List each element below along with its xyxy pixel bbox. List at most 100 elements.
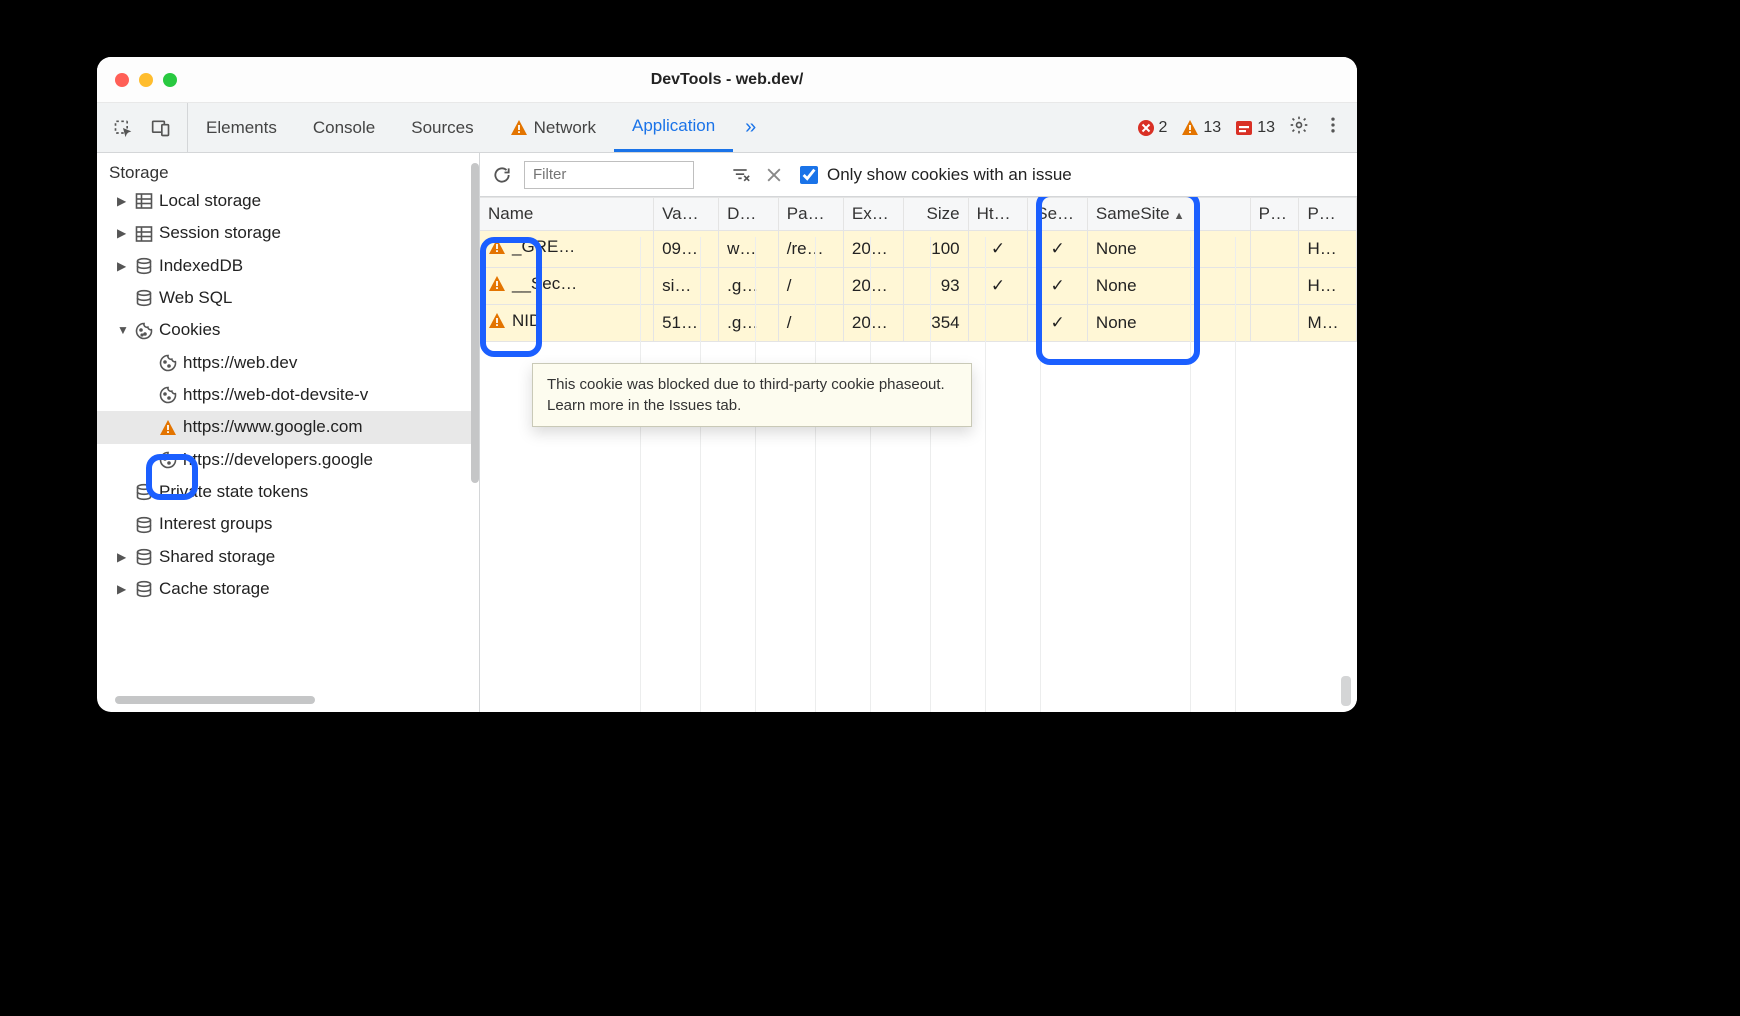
settings-icon[interactable] [1289, 115, 1309, 140]
cell-value: 09… [654, 231, 719, 268]
tree-local-storage[interactable]: ▶ Local storage [97, 185, 479, 217]
col-partition[interactable]: P… [1250, 198, 1299, 231]
tree-interest-groups[interactable]: Interest groups [97, 508, 479, 540]
cookie-origin-3[interactable]: https://developers.google [97, 444, 479, 476]
tree-label: Web SQL [159, 285, 232, 311]
cell-partition [1250, 268, 1299, 305]
tree-cache-storage[interactable]: ▶ Cache storage [97, 573, 479, 605]
tree-label: IndexedDB [159, 253, 243, 279]
cell-priority: H… [1299, 231, 1357, 268]
device-icon[interactable] [149, 116, 173, 140]
sort-asc-icon: ▲ [1174, 210, 1185, 222]
titlebar: DevTools - web.dev/ [97, 57, 1357, 103]
disclosure-icon: ▶ [117, 548, 129, 567]
col-secure[interactable]: Se… [1028, 198, 1088, 231]
table-row[interactable]: _GRE… 09… w… /re… 20… 100 ✓ ✓ None [480, 231, 1357, 268]
inspect-icon[interactable] [111, 116, 135, 140]
cell-http [968, 305, 1028, 342]
error-count-value: 2 [1159, 119, 1168, 137]
tree-session-storage[interactable]: ▶ Session storage [97, 217, 479, 249]
warning-icon [488, 238, 506, 256]
tree-private-state-tokens[interactable]: Private state tokens [97, 476, 479, 508]
col-httponly[interactable]: Ht… [968, 198, 1028, 231]
sidebar-h-scrollbar[interactable] [115, 696, 315, 704]
tree-cookies[interactable]: ▼ Cookies [97, 314, 479, 346]
cell-size: 93 [903, 268, 968, 305]
tree-label: https://www.google.com [183, 414, 363, 440]
tab-elements-label: Elements [206, 118, 277, 138]
cell-value: 51… [654, 305, 719, 342]
col-domain[interactable]: D… [719, 198, 779, 231]
col-priority[interactable]: P… [1299, 198, 1357, 231]
col-name[interactable]: Name [480, 198, 654, 231]
cell-samesite: None [1087, 231, 1250, 268]
cell-secure: ✓ [1028, 231, 1088, 268]
cell-size: 354 [903, 305, 968, 342]
only-issues-label: Only show cookies with an issue [827, 165, 1072, 185]
issues-count[interactable]: 13 [1235, 119, 1275, 137]
filter-input[interactable] [524, 161, 694, 189]
col-expires[interactable]: Ex… [843, 198, 903, 231]
refresh-icon[interactable] [490, 163, 514, 187]
tree-shared-storage[interactable]: ▶ Shared storage [97, 541, 479, 573]
tab-console-label: Console [313, 118, 375, 138]
tree-label: Shared storage [159, 544, 275, 570]
cell-path: / [778, 305, 843, 342]
disclosure-icon: ▶ [117, 192, 129, 211]
cookies-panel: Only show cookies with an issue Name [480, 153, 1357, 712]
warning-icon [488, 275, 506, 293]
error-count[interactable]: 2 [1137, 119, 1168, 137]
sidebar: Storage ▶ Local storage ▶ Session storag… [97, 153, 480, 712]
cell-size: 100 [903, 231, 968, 268]
sidebar-scrollbar[interactable] [471, 163, 479, 483]
cookie-blocked-tooltip: This cookie was blocked due to third-par… [532, 363, 972, 427]
tab-console[interactable]: Console [295, 103, 393, 152]
cell-expires: 20… [843, 268, 903, 305]
clear-filter-icon[interactable] [728, 163, 752, 187]
disclosure-icon: ▶ [117, 257, 129, 276]
tree-label: Local storage [159, 188, 261, 214]
table-row[interactable]: __Sec… si… .g… / 20… 93 ✓ ✓ None [480, 268, 1357, 305]
warning-count[interactable]: 13 [1181, 119, 1221, 137]
col-size[interactable]: Size [903, 198, 968, 231]
tab-elements[interactable]: Elements [188, 103, 295, 152]
warning-icon [159, 419, 177, 437]
tree-label: https://developers.google [183, 447, 373, 473]
cell-expires: 20… [843, 231, 903, 268]
cell-secure: ✓ [1028, 305, 1088, 342]
disclosure-icon: ▼ [117, 321, 129, 340]
only-issues-checkbox-input[interactable] [800, 166, 818, 184]
tree-label: Cookies [159, 317, 220, 343]
col-path[interactable]: Pa… [778, 198, 843, 231]
tree-indexeddb[interactable]: ▶ IndexedDB [97, 250, 479, 282]
disclosure-icon: ▶ [117, 224, 129, 243]
col-value[interactable]: Va… [654, 198, 719, 231]
col-samesite[interactable]: SameSite ▲ [1087, 198, 1250, 231]
table-row[interactable]: NID 51… .g… / 20… 354 ✓ None [480, 305, 1357, 342]
cell-domain: .g… [719, 268, 779, 305]
cell-priority: H… [1299, 268, 1357, 305]
cookie-origin-1[interactable]: https://web-dot-devsite-v [97, 379, 479, 411]
cell-samesite: None [1087, 305, 1250, 342]
cell-expires: 20… [843, 305, 903, 342]
cookie-origin-0[interactable]: https://web.dev [97, 347, 479, 379]
clear-icon[interactable] [762, 163, 786, 187]
cell-path: /re… [778, 231, 843, 268]
tab-network[interactable]: Network [492, 103, 614, 152]
window-title: DevTools - web.dev/ [97, 71, 1357, 89]
tabs-bar: Elements Console Sources Network Applica… [97, 103, 1357, 153]
disclosure-icon: ▶ [117, 580, 129, 599]
more-icon[interactable] [1323, 115, 1343, 140]
cookies-toolbar: Only show cookies with an issue [480, 153, 1357, 197]
tree-web-sql[interactable]: Web SQL [97, 282, 479, 314]
more-tabs-button[interactable]: » [733, 116, 768, 139]
tab-application[interactable]: Application [614, 103, 733, 152]
tab-sources[interactable]: Sources [393, 103, 491, 152]
cell-value: si… [654, 268, 719, 305]
only-issues-checkbox[interactable]: Only show cookies with an issue [796, 163, 1072, 187]
table-scrollbar[interactable] [1341, 676, 1351, 706]
cell-partition [1250, 305, 1299, 342]
cookie-origin-2[interactable]: https://www.google.com [97, 411, 479, 443]
table-header-row: Name Va… D… Pa… Ex… Size Ht… Se… SameSit… [480, 198, 1357, 231]
col-samesite-label: SameSite [1096, 204, 1170, 223]
